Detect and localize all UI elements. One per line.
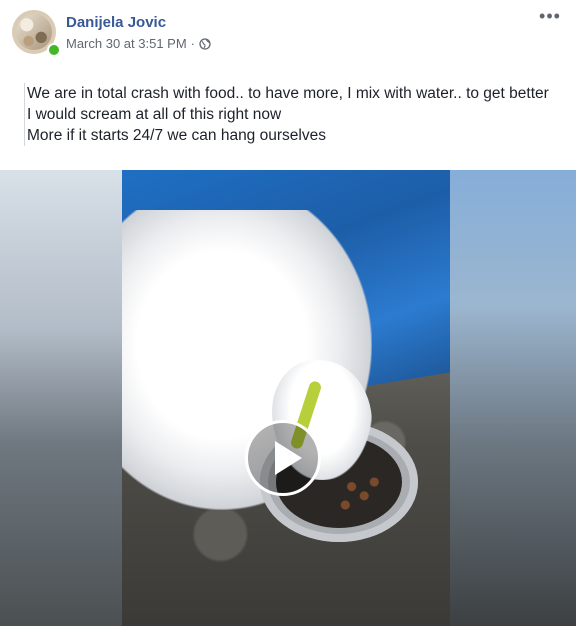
play-triangle [275, 441, 302, 475]
video-blur-right [450, 170, 576, 626]
online-status-indicator [47, 43, 61, 57]
post-message: We are in total crash with food.. to hav… [24, 83, 567, 146]
post-text-line: I would scream at all of this right now [27, 106, 282, 123]
facebook-post: Danijela Jovic March 30 at 3:51 PM · •••… [0, 0, 576, 626]
video-frame [122, 170, 450, 626]
video-blur-left [0, 170, 122, 626]
author-name-link[interactable]: Danijela Jovic [66, 14, 166, 31]
post-timestamp-link[interactable]: March 30 at 3:51 PM [66, 36, 187, 51]
meta-separator: · [190, 36, 196, 51]
avatar-image [16, 14, 52, 50]
globe-icon[interactable] [199, 37, 211, 50]
play-icon[interactable] [245, 420, 321, 496]
more-options-icon[interactable]: ••• [538, 7, 562, 28]
post-text-line: We are in total crash with food.. to hav… [27, 85, 549, 102]
post-text-line: More if it starts 24/7 we can hang ourse… [27, 127, 326, 144]
video-player[interactable] [0, 170, 576, 626]
post-meta: March 30 at 3:51 PM · [66, 36, 211, 51]
